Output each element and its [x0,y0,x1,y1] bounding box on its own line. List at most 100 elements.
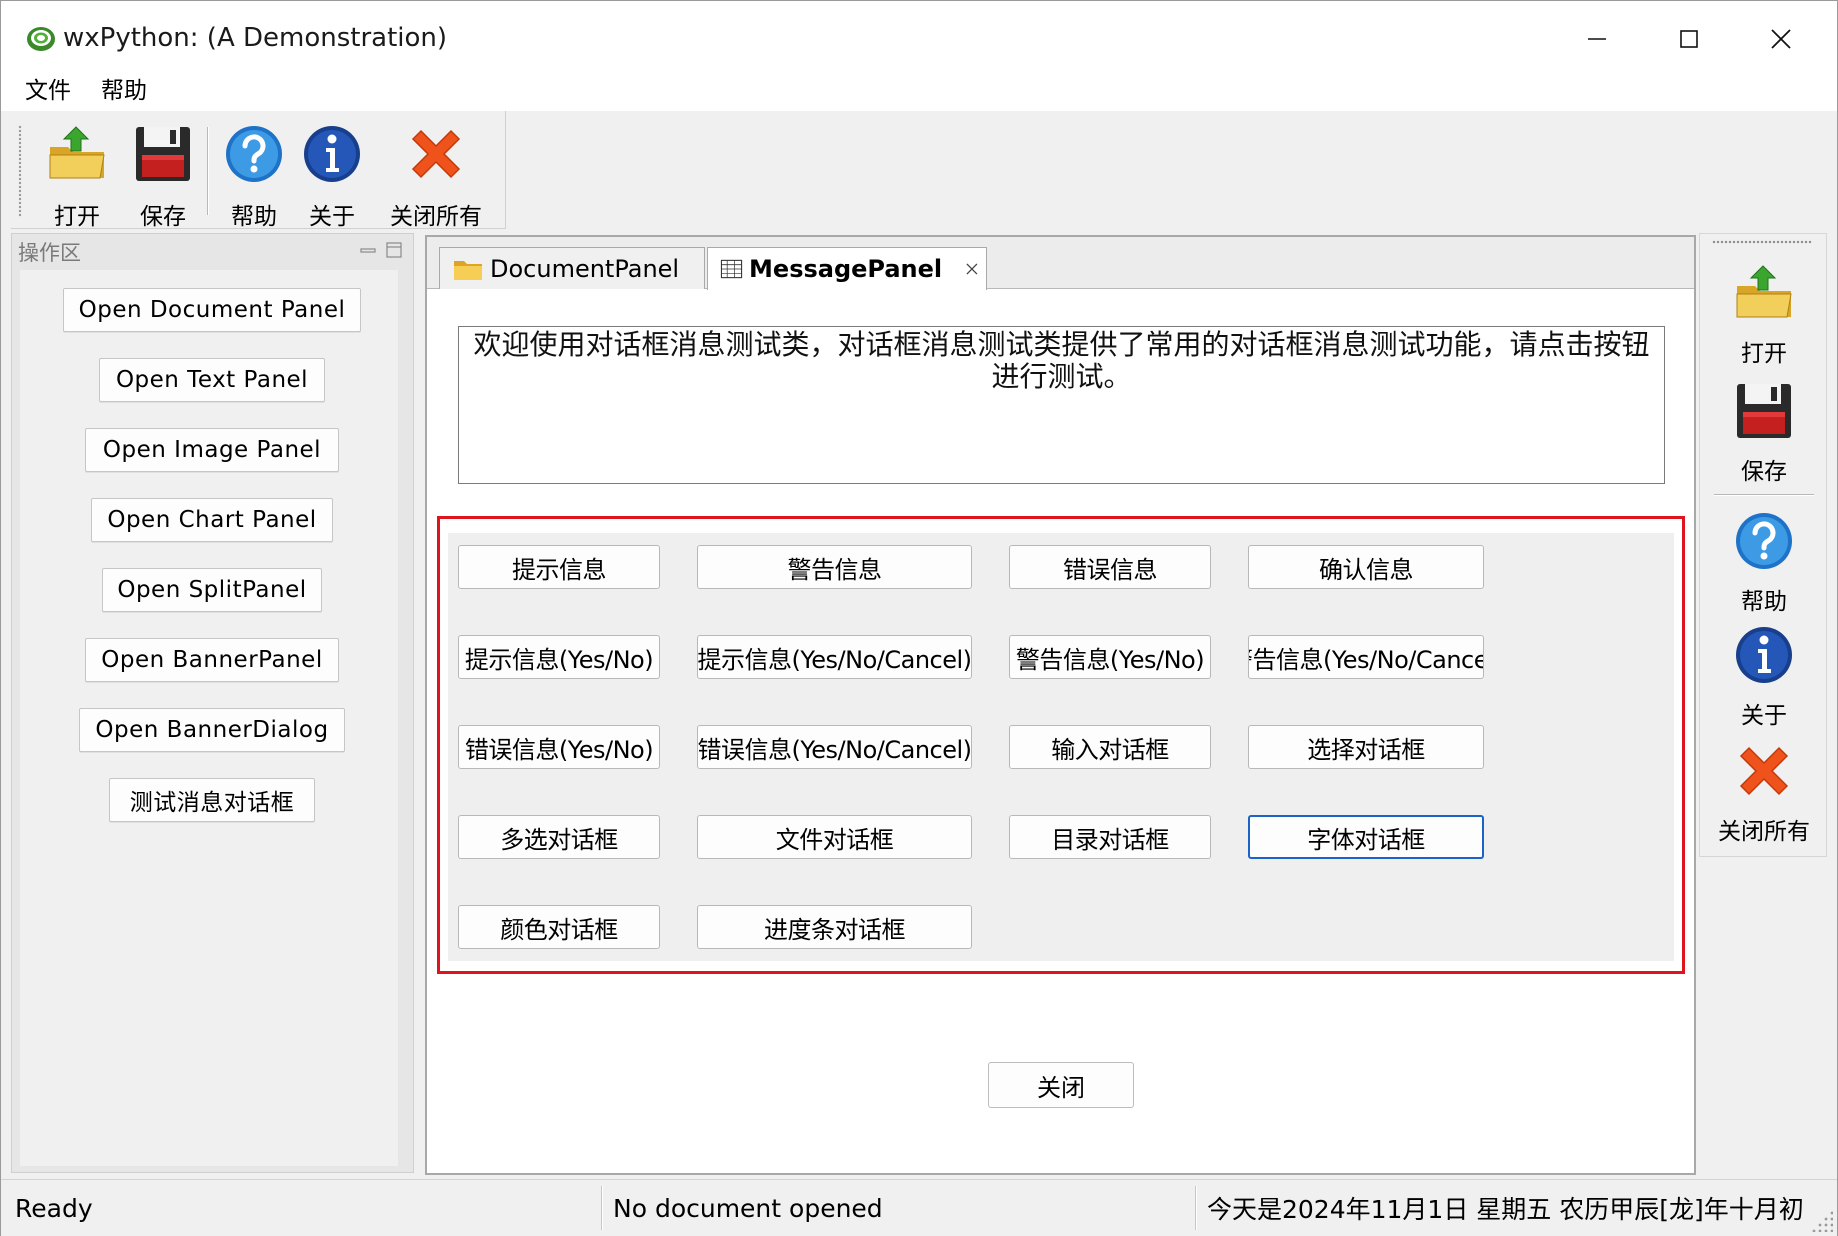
pane-splitter[interactable] [415,233,425,1173]
open-document-panel-button[interactable]: Open Document Panel [63,288,361,332]
side-toolbar-grip[interactable] [1712,240,1812,244]
side-save-label: 保存 [1741,459,1787,485]
info-icon [1736,627,1792,683]
side-close-all-label: 关闭所有 [1718,819,1810,845]
side-open-label: 打开 [1741,341,1787,367]
directory-dialog-button[interactable]: 目录对话框 [1009,815,1211,859]
choice-dialog-button[interactable]: 选择对话框 [1248,725,1484,769]
status-divider [601,1186,603,1230]
open-folder-icon [1736,265,1792,318]
help-icon [226,126,282,182]
side-close-all-button[interactable]: 关闭所有 [1700,740,1828,846]
maximize-icon [1680,30,1698,48]
resize-grip[interactable] [1811,1210,1833,1232]
save-disk-icon [136,127,190,181]
font-dialog-button[interactable]: 字体对话框 [1248,815,1484,859]
minimize-button[interactable] [1567,17,1627,61]
tab-messagepanel-label: MessagePanel [749,255,943,283]
title-bar[interactable]: wxPython: (A Demonstration) [1,1,1837,77]
toolbar-close-all-label: 关闭所有 [390,204,482,230]
toolbar-help-button[interactable]: 帮助 [217,123,291,231]
status-field-document: No document opened [613,1193,883,1223]
grid-icon [720,259,743,279]
toolbar-open-label: 打开 [54,204,100,230]
pane-minimize-icon[interactable] [358,240,378,260]
help-icon [1736,513,1792,569]
tab-messagepanel[interactable]: MessagePanel [707,247,987,290]
toolbar-help-label: 帮助 [231,204,277,230]
open-folder-icon [49,126,105,179]
file-dialog-button[interactable]: 文件对话框 [697,815,972,859]
open-splitpanel-button[interactable]: Open SplitPanel [102,568,322,612]
test-message-dialog-button[interactable]: 测试消息对话框 [109,778,315,822]
toolbar-separator [207,127,209,215]
pane-caption-bar[interactable]: 操作区 [12,234,413,268]
operation-pane: 操作区 Open Document Panel Open Text Panel … [11,233,414,1173]
toolbar-grip[interactable] [18,125,22,217]
pane-caption-title: 操作区 [18,241,81,265]
pane-body: Open Document Panel Open Text Panel Open… [20,270,398,1166]
message-textbox[interactable]: 欢迎使用对话框消息测试类，对话框消息测试类提供了常用的对话框消息测试功能，请点击… [458,326,1665,484]
toolbar-about-label: 关于 [309,204,355,230]
open-bannerdialog-button[interactable]: Open BannerDialog [79,708,345,752]
open-text-panel-button[interactable]: Open Text Panel [99,358,325,402]
side-help-label: 帮助 [1741,589,1787,615]
maximize-button[interactable] [1659,17,1719,61]
menu-bar: 文件 帮助 [1,77,1837,111]
menu-help[interactable]: 帮助 [97,77,151,105]
open-image-panel-button[interactable]: Open Image Panel [85,428,339,472]
warning-message-button[interactable]: 警告信息 [697,545,972,589]
input-dialog-button[interactable]: 输入对话框 [1009,725,1211,769]
close-panel-button[interactable]: 关闭 [988,1062,1134,1108]
warning-yes-no-cancel-button[interactable]: 警告信息(Yes/No/Cancel) [1248,635,1484,679]
error-message-button[interactable]: 错误信息 [1009,545,1211,589]
toolbar-open-button[interactable]: 打开 [37,123,117,231]
status-field-state: Ready [15,1193,93,1223]
status-field-date: 今天是2024年11月1日 星期五 农历甲辰[龙]年十月初... [1207,1195,1803,1224]
info-message-button[interactable]: 提示信息 [458,545,660,589]
side-toolbar-separator [1714,494,1814,496]
status-divider [1195,1186,1197,1230]
close-all-icon [1739,746,1789,796]
info-yes-no-cancel-button[interactable]: 提示信息(Yes/No/Cancel) [697,635,972,679]
multi-choice-dialog-button[interactable]: 多选对话框 [458,815,660,859]
info-icon [304,126,360,182]
tab-strip: DocumentPanel MessagePanel [427,237,1694,290]
tab-close-icon[interactable] [964,258,980,280]
dialog-buttons-highlight: 提示信息 警告信息 错误信息 确认信息 提示信息(Yes/No) 提示信息(Ye… [437,516,1685,974]
pane-maximize-icon[interactable] [384,240,404,260]
message-panel-page: 欢迎使用对话框消息测试类，对话框消息测试类提供了常用的对话框消息测试功能，请点击… [427,290,1694,1173]
info-yes-no-button[interactable]: 提示信息(Yes/No) [458,635,660,679]
error-yes-no-button[interactable]: 错误信息(Yes/No) [458,725,660,769]
menu-file[interactable]: 文件 [21,77,75,105]
error-yes-no-cancel-button[interactable]: 错误信息(Yes/No/Cancel) [697,725,972,769]
toolbar-save-label: 保存 [140,204,186,230]
window-title: wxPython: (A Demonstration) [63,23,448,53]
tab-documentpanel[interactable]: DocumentPanel [439,247,705,289]
minimize-icon [1588,38,1606,40]
toolbar-save-button[interactable]: 保存 [125,123,201,231]
close-all-icon [411,129,461,179]
status-bar: Ready No document opened 今天是2024年11月1日 星… [1,1179,1837,1236]
open-chart-panel-button[interactable]: Open Chart Panel [91,498,333,542]
save-disk-icon [1737,384,1791,438]
side-open-button[interactable]: 打开 [1700,262,1828,368]
confirm-message-button[interactable]: 确认信息 [1248,545,1484,589]
open-bannerpanel-button[interactable]: Open BannerPanel [85,638,339,682]
tab-documentpanel-label: DocumentPanel [490,254,680,283]
side-help-button[interactable]: 帮助 [1700,510,1828,616]
document-notebook: DocumentPanel MessagePanel 欢迎使用对话框消息测试类，… [425,235,1696,1175]
wxpython-logo-icon [27,27,55,51]
color-dialog-button[interactable]: 颜色对话框 [458,905,660,949]
close-window-button[interactable] [1751,17,1811,61]
main-toolbar: 打开 保存 帮助 关于 关闭所有 [11,111,506,231]
progress-dialog-button[interactable]: 进度条对话框 [697,905,972,949]
side-save-button[interactable]: 保存 [1700,380,1828,486]
side-about-button[interactable]: 关于 [1700,624,1828,730]
toolbar-about-button[interactable]: 关于 [295,123,369,231]
close-icon [1771,29,1791,49]
folder-icon [454,260,482,280]
toolbar-close-all-button[interactable]: 关闭所有 [383,123,489,231]
warning-yes-no-button[interactable]: 警告信息(Yes/No) [1009,635,1211,679]
side-about-label: 关于 [1741,703,1787,729]
